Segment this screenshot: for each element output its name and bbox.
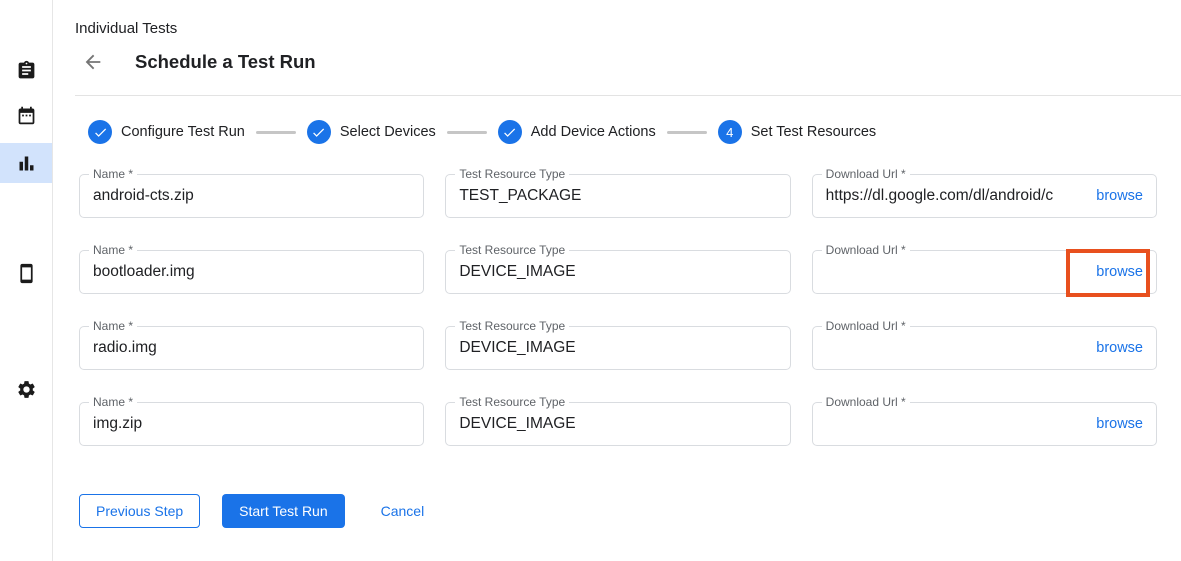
name-input-row3[interactable] xyxy=(93,339,410,357)
sidebar-item-schedule[interactable] xyxy=(0,95,52,135)
field-label: Name * xyxy=(89,395,137,410)
browse-link-row3[interactable]: browse xyxy=(1096,340,1143,356)
step-connector xyxy=(667,131,707,134)
page-header: Individual Tests Schedule a Test Run xyxy=(53,0,1181,96)
name-field-row2: Name * xyxy=(79,250,424,294)
browse-link-row4[interactable]: browse xyxy=(1096,416,1143,432)
cancel-button[interactable]: Cancel xyxy=(381,494,425,528)
type-input-row4[interactable] xyxy=(459,415,776,433)
start-test-run-button[interactable]: Start Test Run xyxy=(222,494,344,528)
step-configure-test-run[interactable]: Configure Test Run xyxy=(88,120,245,144)
url-field-row3: Download Url * browse xyxy=(812,326,1157,370)
form-actions: Previous Step Start Test Run Cancel xyxy=(79,494,1181,528)
step-connector xyxy=(256,131,296,134)
sidebar-item-settings[interactable] xyxy=(0,369,52,409)
step-number-badge: 4 xyxy=(718,120,742,144)
test-resources-form: Name * Test Resource Type Download Url *… xyxy=(79,174,1157,446)
type-input-row1[interactable] xyxy=(459,187,776,205)
browse-link-row2[interactable]: browse xyxy=(1096,264,1143,280)
type-field-row1: Test Resource Type xyxy=(445,174,790,218)
type-field-row2: Test Resource Type xyxy=(445,250,790,294)
name-field-row4: Name * xyxy=(79,402,424,446)
url-input-row3[interactable] xyxy=(826,339,1087,357)
field-label: Test Resource Type xyxy=(455,243,569,258)
url-input-row4[interactable] xyxy=(826,415,1087,433)
url-field-row4: Download Url * browse xyxy=(812,402,1157,446)
header-divider xyxy=(75,95,1181,96)
field-label: Download Url * xyxy=(822,243,910,258)
step-add-device-actions[interactable]: Add Device Actions xyxy=(498,120,656,144)
step-label: Configure Test Run xyxy=(121,124,245,140)
type-field-row4: Test Resource Type xyxy=(445,402,790,446)
browse-link-row1[interactable]: browse xyxy=(1096,188,1143,204)
field-label: Name * xyxy=(89,319,137,334)
step-label: Add Device Actions xyxy=(531,124,656,140)
field-label: Download Url * xyxy=(822,319,910,334)
stepper: Configure Test Run Select Devices Add De… xyxy=(88,120,1181,144)
name-input-row1[interactable] xyxy=(93,187,410,205)
url-input-row1[interactable] xyxy=(826,187,1087,205)
page-title: Schedule a Test Run xyxy=(135,51,316,73)
step-done-check-icon xyxy=(88,120,112,144)
step-done-check-icon xyxy=(498,120,522,144)
field-label: Test Resource Type xyxy=(455,319,569,334)
sidebar-item-tests[interactable] xyxy=(0,50,52,90)
sidebar-item-test-runs[interactable] xyxy=(0,143,52,183)
step-done-check-icon xyxy=(307,120,331,144)
name-field-row3: Name * xyxy=(79,326,424,370)
step-label: Set Test Resources xyxy=(751,124,876,140)
name-input-row4[interactable] xyxy=(93,415,410,433)
type-input-row2[interactable] xyxy=(459,263,776,281)
url-input-row2[interactable] xyxy=(826,263,1087,281)
smartphone-icon xyxy=(16,263,37,284)
step-connector xyxy=(447,131,487,134)
field-label: Download Url * xyxy=(822,395,910,410)
step-select-devices[interactable]: Select Devices xyxy=(307,120,436,144)
field-label: Test Resource Type xyxy=(455,167,569,182)
field-label: Download Url * xyxy=(822,167,910,182)
type-input-row3[interactable] xyxy=(459,339,776,357)
field-label: Name * xyxy=(89,167,137,182)
step-set-test-resources[interactable]: 4 Set Test Resources xyxy=(718,120,876,144)
field-label: Test Resource Type xyxy=(455,395,569,410)
app-window: Individual Tests Schedule a Test Run Con… xyxy=(0,0,1181,561)
previous-step-button[interactable]: Previous Step xyxy=(79,494,200,528)
field-label: Name * xyxy=(89,243,137,258)
name-input-row2[interactable] xyxy=(93,263,410,281)
back-arrow-icon xyxy=(82,51,104,73)
name-field-row1: Name * xyxy=(79,174,424,218)
url-field-row2: Download Url * browse xyxy=(812,250,1157,294)
sidebar-item-devices[interactable] xyxy=(0,253,52,293)
assignment-icon xyxy=(16,60,37,81)
sidebar xyxy=(0,0,53,561)
url-field-row1: Download Url * browse xyxy=(812,174,1157,218)
gear-icon xyxy=(16,379,37,400)
back-button[interactable] xyxy=(81,50,105,74)
bar-chart-icon xyxy=(16,153,37,174)
breadcrumb: Individual Tests xyxy=(75,20,1181,38)
type-field-row3: Test Resource Type xyxy=(445,326,790,370)
calendar-icon xyxy=(16,105,37,126)
step-label: Select Devices xyxy=(340,124,436,140)
main-content: Individual Tests Schedule a Test Run Con… xyxy=(53,0,1181,561)
